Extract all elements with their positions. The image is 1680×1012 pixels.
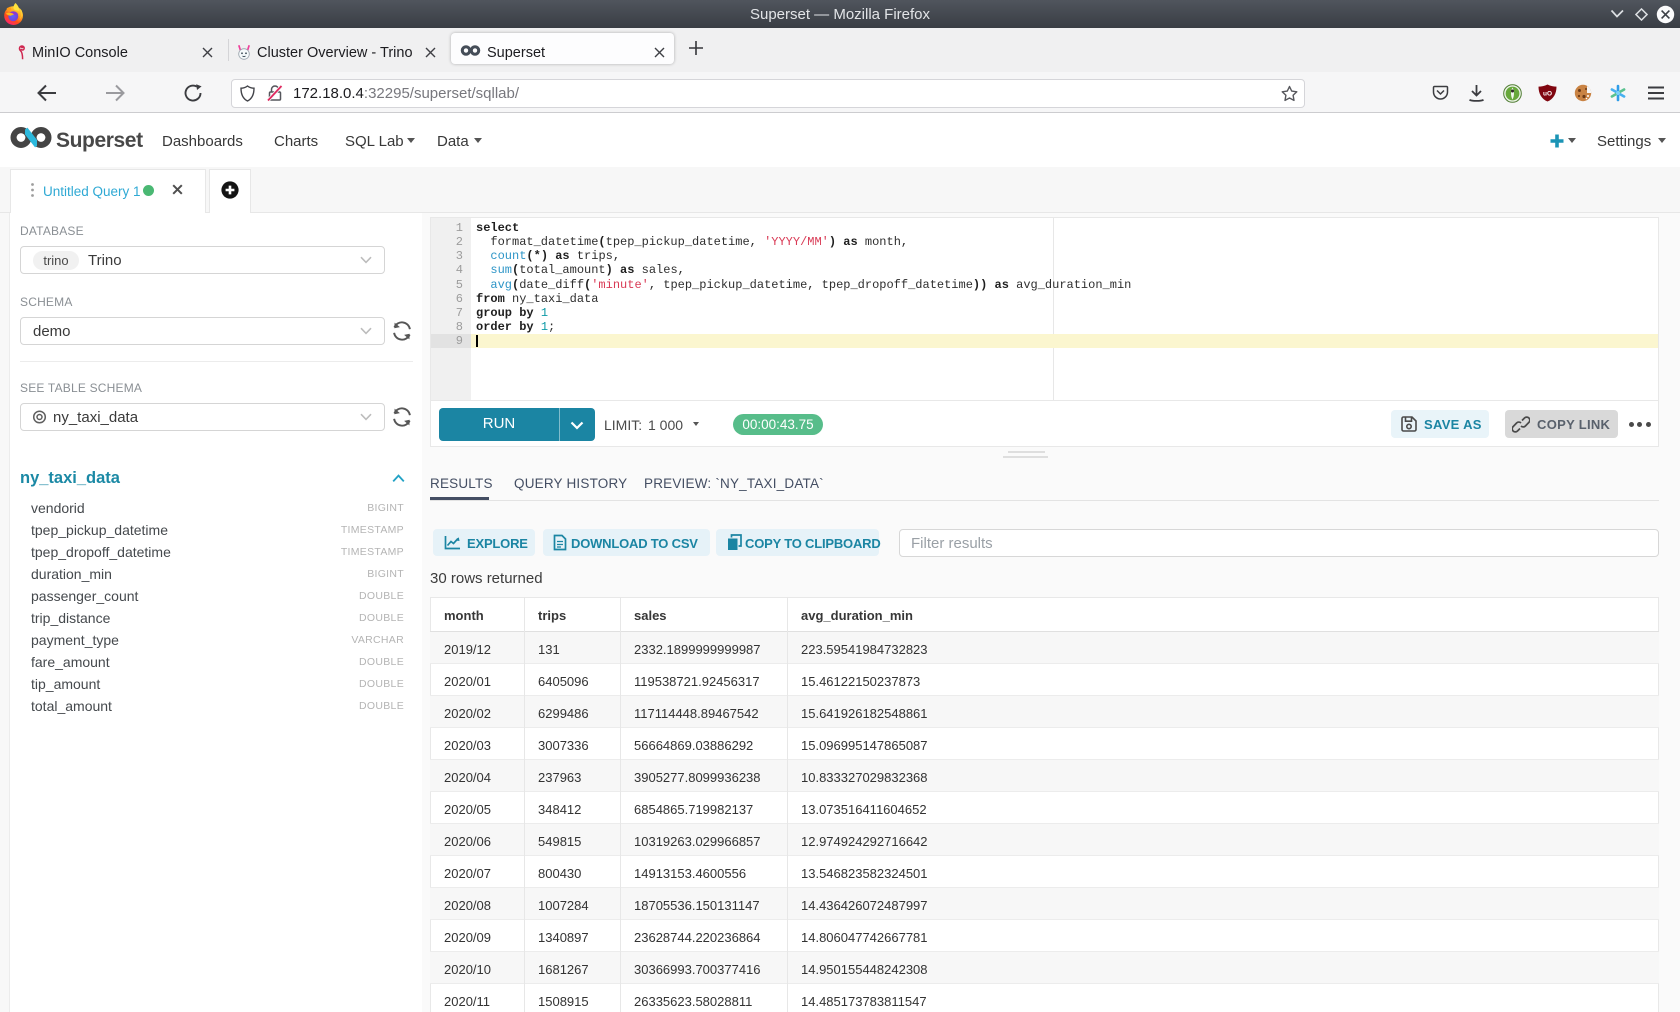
svg-text:uO: uO bbox=[1543, 91, 1552, 98]
